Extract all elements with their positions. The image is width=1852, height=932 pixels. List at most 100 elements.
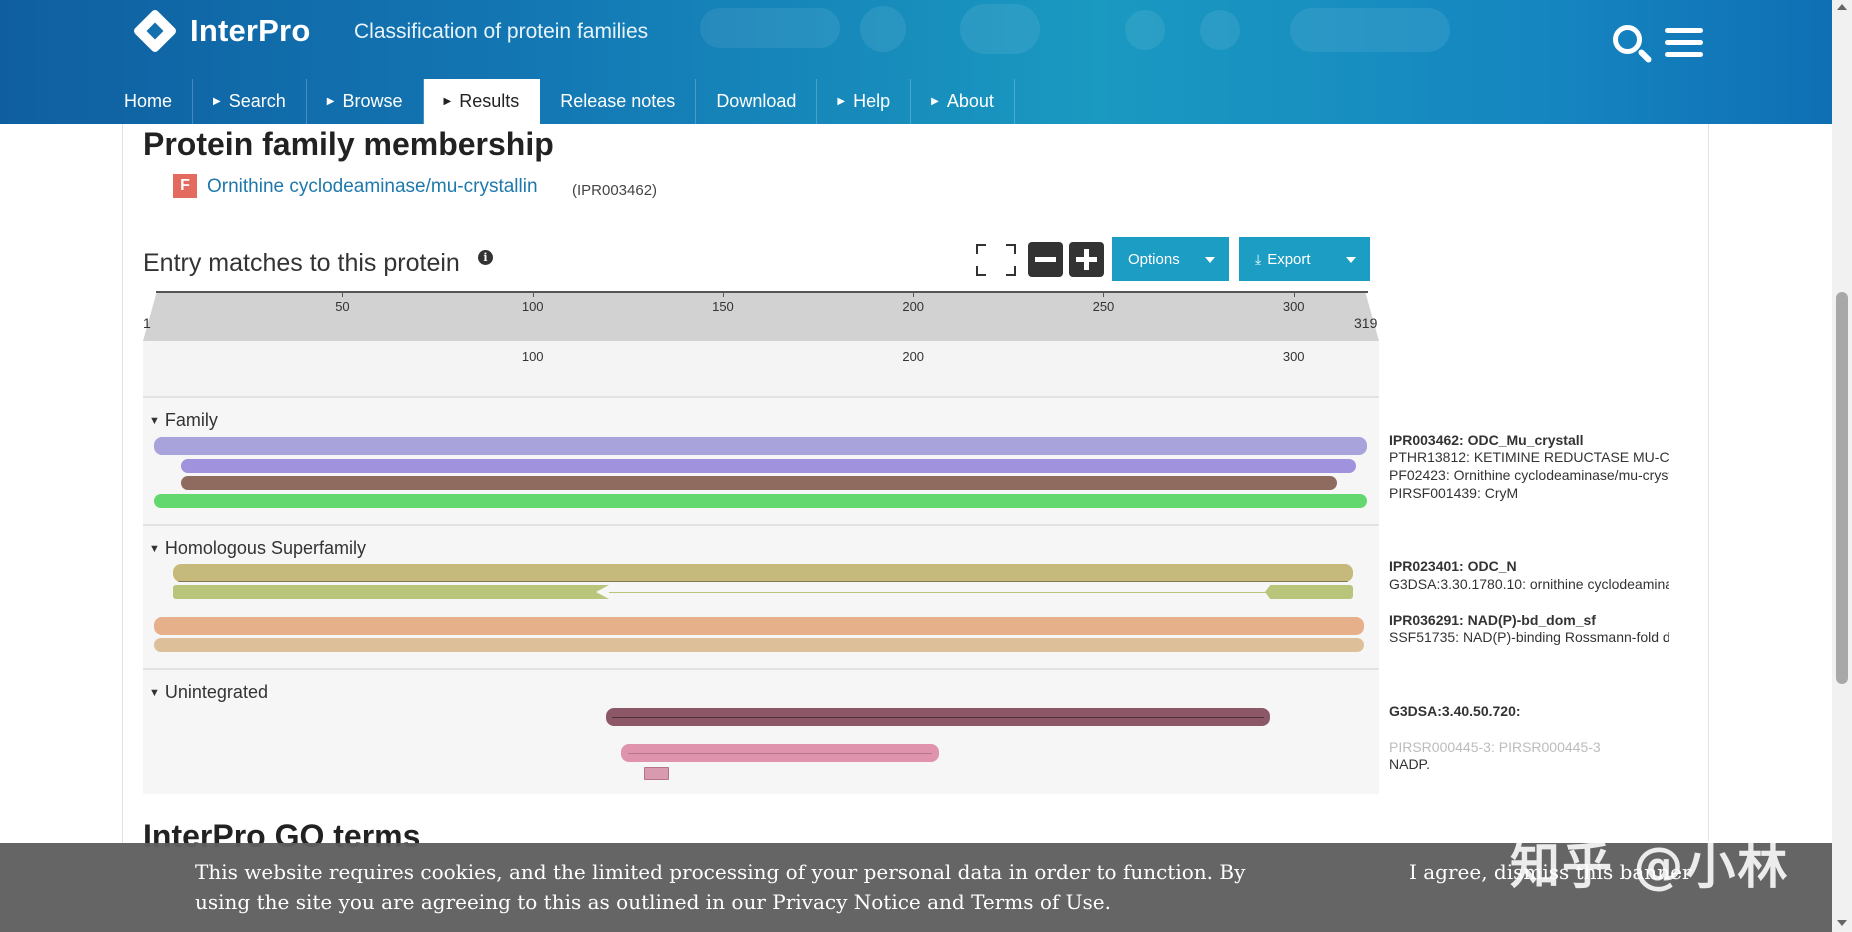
interpro-logo-icon [132,8,178,54]
ruler-tick [913,291,915,297]
track-g3dsa-3-30-1780-10-part2[interactable] [1265,585,1353,599]
nav-item-label: Search [228,91,286,111]
options-dropdown-button[interactable]: Options [1112,237,1229,281]
caret-right-icon: ▶ [443,96,452,107]
nav-item-download[interactable]: Download [696,79,818,124]
track-pirsf001439[interactable] [154,494,1367,508]
caret-down-icon: ▼ [149,415,160,427]
secondary-scale-label: 100 [521,349,544,364]
sequence-ruler[interactable]: 50 100 150 200 250 300 [143,291,1379,341]
ruler-tick-label: 250 [1092,299,1115,314]
header-decoration [860,6,906,52]
caret-right-icon: ▶ [837,96,846,107]
nav-item-label: Download [716,91,797,111]
hamburger-menu-icon[interactable] [1665,28,1703,60]
export-label: Export [1267,250,1311,268]
options-label: Options [1128,250,1180,268]
header-decoration [1200,10,1240,50]
caret-right-icon: ▶ [931,96,939,107]
header-decoration [1125,10,1165,50]
ruler-start: 1 [143,315,151,331]
caret-down-icon: ▼ [149,543,160,555]
zoom-out-button[interactable] [1028,242,1063,277]
track-ssf51735[interactable] [154,638,1364,652]
unintegrated-section-title: Unintegrated [164,682,268,702]
secondary-scale-label: 300 [1282,349,1305,364]
label-ipr036291[interactable]: IPR036291: NAD(P)-bd_dom_sf [1389,612,1669,628]
track-divider [612,717,1264,718]
label-pthr13812[interactable]: PTHR13812: KETIMINE REDUCTASE MU-CRYSTAL… [1389,449,1669,465]
nav-item-search[interactable]: ▶ Search [193,79,307,124]
ruler-tick-label: 200 [902,299,925,314]
ruler-tick [1103,291,1105,297]
nav-item-label: Home [124,91,173,111]
ruler-bar [143,291,1379,341]
export-dropdown-button[interactable]: ⤓ Export [1239,237,1370,281]
family-badge-icon: F [173,174,197,198]
nav-item-label: Help [853,91,891,111]
label-pirsr000445-3[interactable]: PIRSR000445-3: PIRSR000445-3 [1389,739,1669,755]
header-decoration [700,8,840,48]
track-g3dsa-connector [609,592,1267,593]
nav-item-label: Release notes [560,91,676,111]
track-pf02423[interactable] [181,476,1337,490]
nav-item-help[interactable]: ▶ Help [817,79,912,124]
zoom-in-button[interactable] [1069,242,1104,277]
unintegrated-section-toggle[interactable]: ▼ Unintegrated [149,682,268,703]
scrollbar-thumb[interactable] [1836,292,1848,684]
secondary-scale-label: 200 [902,349,925,364]
label-pf02423[interactable]: PF02423: Ornithine cyclodeaminase/mu-cry… [1389,467,1669,483]
nav-item-label: Results [459,91,520,111]
unintegrated-section: ▼ Unintegrated [143,668,1379,794]
info-icon[interactable]: i [478,250,493,265]
scroll-up-arrow-icon[interactable] [1837,4,1847,10]
track-divider [178,581,1348,582]
label-nadp[interactable]: NADP. [1389,756,1669,772]
site-tagline: Classification of protein families [354,20,649,43]
ruler-axis [156,291,1368,293]
interpro-logo[interactable]: InterPro [132,8,310,54]
track-ipr003462[interactable] [154,437,1367,455]
search-icon[interactable] [1610,22,1654,66]
label-g3dsa-3-30-1780-10[interactable]: G3DSA:3.30.1780.10: ornithine cyclodeami… [1389,576,1669,592]
protein-family-membership-heading: Protein family membership [143,126,554,162]
logo-text: InterPro [190,13,311,48]
label-ipr023401[interactable]: IPR023401: ODC_N [1389,558,1669,574]
label-ssf51735[interactable]: SSF51735: NAD(P)-binding Rossmann-fold d… [1389,629,1669,645]
nav-item-label: About [946,91,994,111]
track-pthr13812[interactable] [181,459,1356,473]
entry-matches-heading: Entry matches to this protein [143,249,460,277]
nav-item-release-notes[interactable]: Release notes [540,79,697,124]
ruler-secondary-scale: 100 200 300 [143,341,1379,396]
fullscreen-icon[interactable] [976,244,1016,276]
ruler-tick-label: 150 [712,299,734,314]
nav-item-about[interactable]: ▶ About [911,79,1015,124]
label-g3dsa-3-40-50-720[interactable]: G3DSA:3.40.50.720: [1389,703,1669,719]
chevron-down-icon [1205,257,1215,263]
cookie-message: This website requires cookies, and the l… [195,860,1246,914]
page-scrollbar[interactable] [1832,0,1852,932]
label-pirsf001439[interactable]: PIRSF001439: CryM [1389,485,1669,501]
caret-right-icon: ▶ [213,96,221,107]
ruler-tick-label: 300 [1282,299,1305,314]
nav-item-home[interactable]: Home [104,79,194,124]
family-section-title: Family [164,410,218,430]
nav-item-results[interactable]: ▶ Results [423,79,541,124]
scroll-down-arrow-icon[interactable] [1837,920,1847,926]
track-nadp-site[interactable] [644,767,669,780]
header-decoration [960,4,1040,54]
nav-item-browse[interactable]: ▶ Browse [307,79,424,124]
ruler-tick-label: 100 [521,299,544,314]
ruler-tick-label: 50 [335,299,350,314]
track-ipr023401[interactable] [173,564,1353,582]
label-ipr003462[interactable]: IPR003462: ODC_Mu_crystall [1389,432,1669,448]
main-nav: Home ▶ Search ▶ Browse ▶ Results Release notes D… [104,79,1015,124]
homologous-section-toggle[interactable]: ▼ Homologous Superfamily [149,538,366,559]
family-link[interactable]: Ornithine cyclodeaminase/mu-crystallin [207,176,538,198]
family-section-toggle[interactable]: ▼ Family [149,410,218,431]
track-ipr036291[interactable] [154,617,1364,635]
chevron-down-icon [1346,257,1356,263]
ruler-end: 319 [1354,315,1378,331]
ruler-tick [342,291,344,297]
track-g3dsa-3-30-1780-10-part1[interactable] [173,585,609,599]
